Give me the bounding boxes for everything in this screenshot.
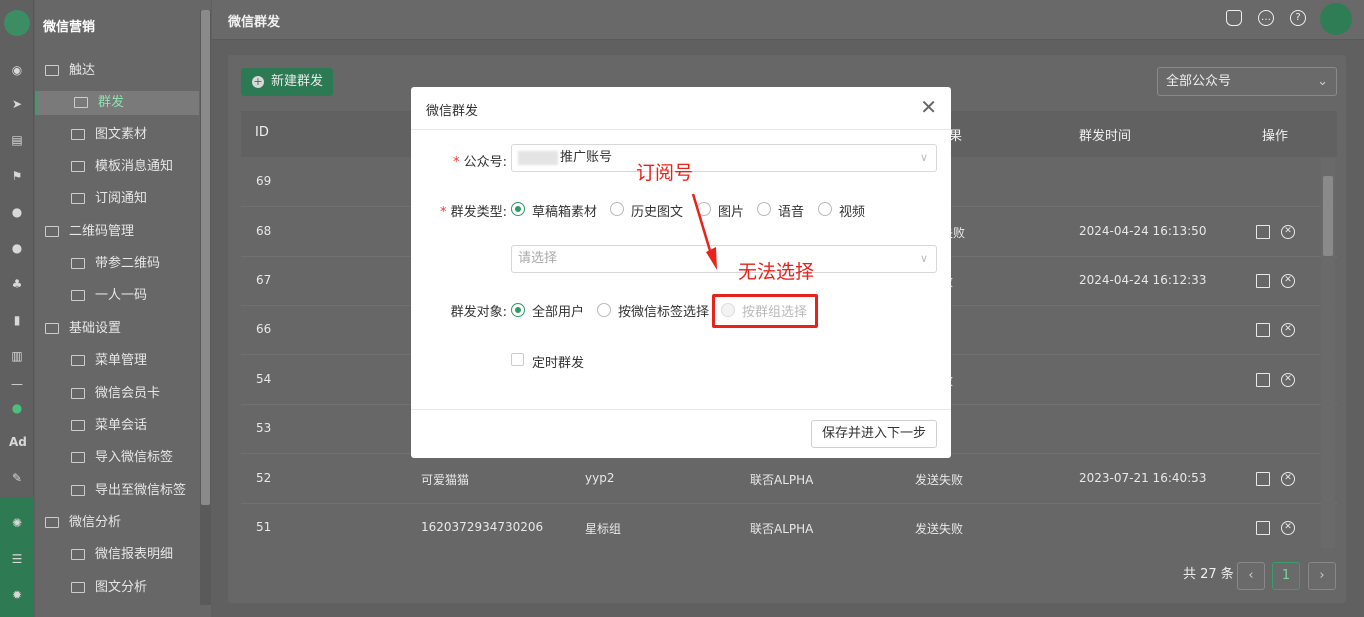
annotation-arrow <box>691 193 717 270</box>
annotation-cannot-select: 无法选择 <box>738 261 815 283</box>
annotation-highlight-box <box>712 294 818 328</box>
